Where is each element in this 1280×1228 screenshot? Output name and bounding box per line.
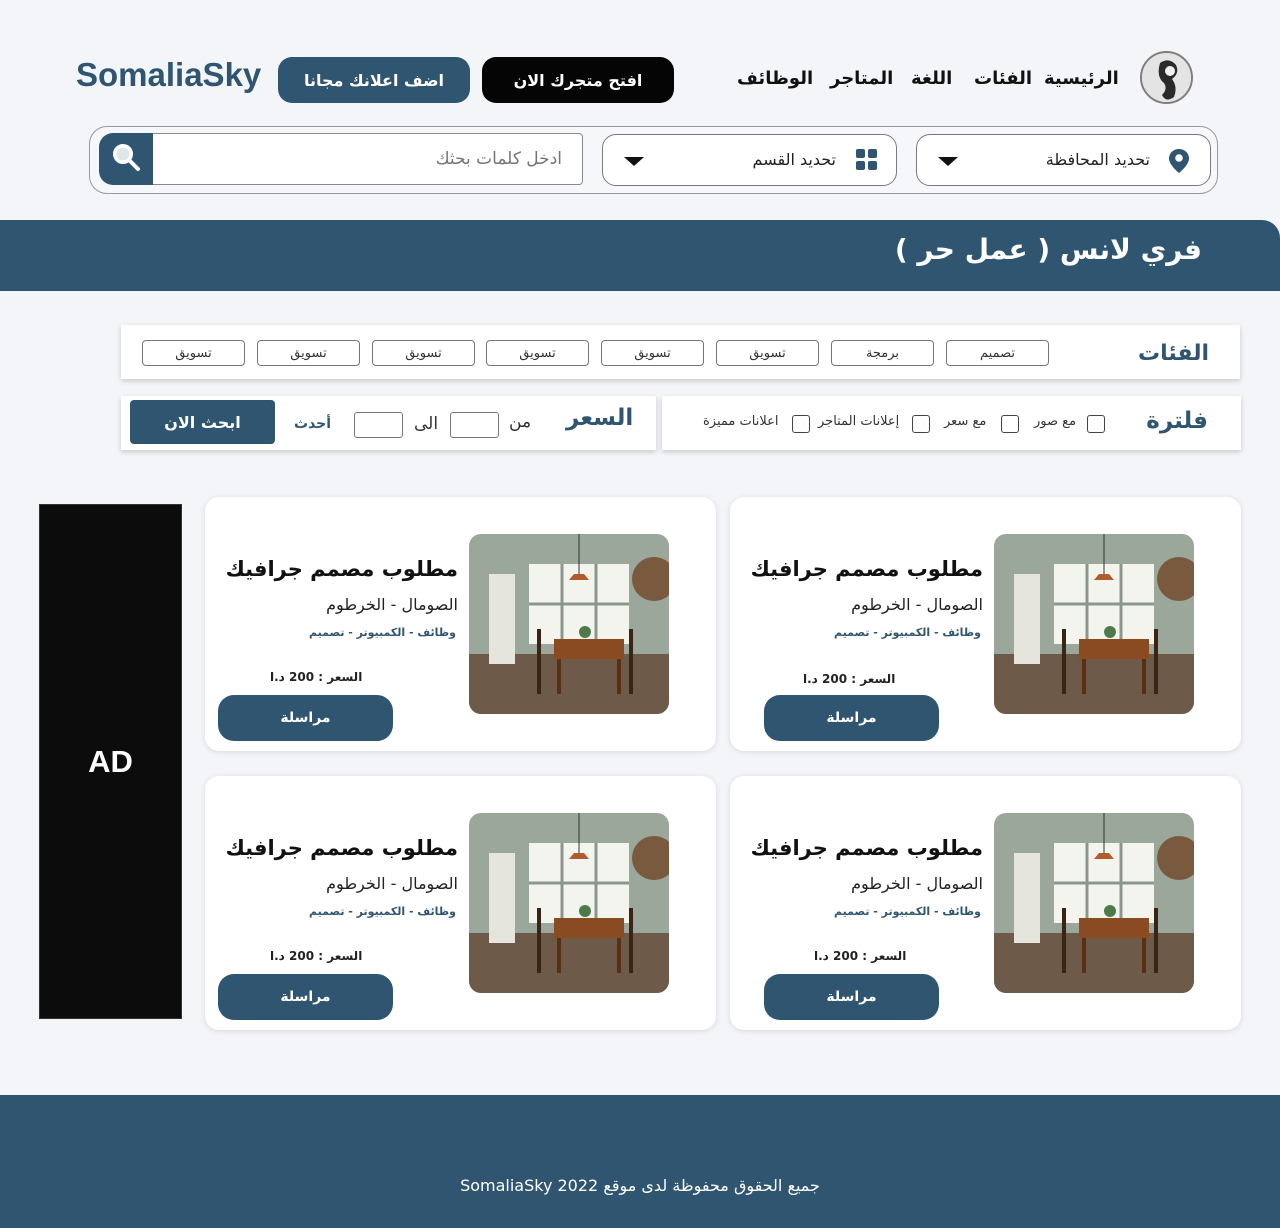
- category-chip[interactable]: تسويق: [601, 340, 704, 366]
- filter-checkbox-with-images[interactable]: [1087, 415, 1105, 433]
- grid-icon: [856, 149, 878, 175]
- add-ad-button[interactable]: اضف اعلانك مجانا: [278, 57, 470, 103]
- listing-card[interactable]: مطلوب مصمم جرافيك الصومال - الخرطوم وظائ…: [730, 497, 1241, 751]
- listing-price: السعر : 200 د.ا: [814, 949, 907, 963]
- message-button[interactable]: مراسلة: [218, 695, 393, 741]
- search-input[interactable]: [152, 133, 583, 185]
- listing-tags: وظائف - الكمبيوتر - تصميم: [309, 626, 456, 639]
- listing-title[interactable]: مطلوب مصمم جرافيك: [751, 557, 983, 581]
- footer-copyright: SomaliaSky 2022 جميع الحقوق محفوظة لدى م…: [460, 1176, 820, 1195]
- room-photo: [469, 534, 669, 714]
- ad-banner[interactable]: AD: [39, 504, 182, 1019]
- chevron-down-icon: [938, 157, 958, 166]
- user-avatar-icon[interactable]: [1140, 51, 1193, 104]
- nav-categories[interactable]: الفئات: [974, 68, 1032, 89]
- listing-image[interactable]: [469, 534, 669, 714]
- listing-tags: وظائف - الكمبيوتر - تصميم: [834, 626, 981, 639]
- category-chip[interactable]: تسويق: [142, 340, 245, 366]
- message-button[interactable]: مراسلة: [764, 974, 939, 1020]
- price-from-label: من: [509, 412, 532, 432]
- listing-image[interactable]: [994, 534, 1194, 714]
- chevron-down-icon: [624, 157, 644, 166]
- search-icon: [111, 142, 141, 176]
- filter-label: مع صور: [1034, 414, 1077, 429]
- listing-location: الصومال - الخرطوم: [326, 874, 458, 893]
- category-chip[interactable]: برمجة: [831, 340, 934, 366]
- filter-checkbox-featured-ads[interactable]: [792, 415, 810, 433]
- room-photo: [469, 813, 669, 993]
- listing-card[interactable]: مطلوب مصمم جرافيك الصومال - الخرطوم وظائ…: [730, 776, 1241, 1030]
- province-select[interactable]: تحديد المحافظة: [916, 134, 1211, 186]
- section-select[interactable]: تحديد القسم: [602, 134, 897, 186]
- listing-price: السعر : 200 د.ا: [270, 670, 363, 684]
- category-chip[interactable]: تسويق: [372, 340, 475, 366]
- location-pin-icon: [1168, 148, 1190, 178]
- price-title: السعر: [566, 405, 634, 431]
- nav-home[interactable]: الرئيسية: [1044, 68, 1119, 89]
- filter-title: فلترة: [1146, 408, 1208, 434]
- categories-title: الفئات: [1138, 341, 1209, 366]
- nav-language[interactable]: اللغة: [911, 68, 952, 89]
- listing-tags: وظائف - الكمبيوتر - تصميم: [309, 905, 456, 918]
- listing-price: السعر : 200 د.ا: [270, 949, 363, 963]
- brand-logo[interactable]: SomaliaSky: [76, 56, 261, 94]
- listing-title[interactable]: مطلوب مصمم جرافيك: [751, 836, 983, 860]
- listing-image[interactable]: [469, 813, 669, 993]
- category-chip[interactable]: تصميم: [946, 340, 1049, 366]
- listing-card[interactable]: مطلوب مصمم جرافيك الصومال - الخرطوم وظائ…: [205, 497, 716, 751]
- listing-tags: وظائف - الكمبيوتر - تصميم: [834, 905, 981, 918]
- filter-label: إعلانات المتاجر: [818, 414, 900, 429]
- footer: [0, 1095, 1280, 1228]
- open-store-button[interactable]: افتح متجرك الان: [482, 57, 674, 103]
- filter-checkbox-store-ads[interactable]: [912, 415, 930, 433]
- nav-jobs[interactable]: الوظائف: [737, 68, 813, 89]
- message-button[interactable]: مراسلة: [764, 695, 939, 741]
- listing-title[interactable]: مطلوب مصمم جرافيك: [226, 557, 458, 581]
- listing-location: الصومال - الخرطوم: [326, 595, 458, 614]
- room-photo: [994, 534, 1194, 714]
- category-chip[interactable]: تسويق: [486, 340, 589, 366]
- listing-image[interactable]: [994, 813, 1194, 993]
- message-button[interactable]: مراسلة: [218, 974, 393, 1020]
- latest-sort-link[interactable]: أحدث: [294, 416, 331, 432]
- room-photo: [994, 813, 1194, 993]
- section-select-label: تحديد القسم: [752, 150, 836, 169]
- listing-title[interactable]: مطلوب مصمم جرافيك: [226, 836, 458, 860]
- price-from-input[interactable]: [450, 412, 499, 438]
- search-button[interactable]: [99, 133, 153, 185]
- filter-label: اعلانات مميزة: [703, 414, 779, 429]
- category-chip[interactable]: تسويق: [716, 340, 819, 366]
- listing-price: السعر : 200 د.ا: [803, 672, 896, 686]
- category-chip[interactable]: تسويق: [257, 340, 360, 366]
- listing-location: الصومال - الخرطوم: [851, 874, 983, 893]
- search-now-button[interactable]: ابحث الان: [130, 400, 275, 444]
- listing-card[interactable]: مطلوب مصمم جرافيك الصومال - الخرطوم وظائ…: [205, 776, 716, 1030]
- page-title: فري لانس ( عمل حر ): [894, 233, 1202, 266]
- price-to-label: الى: [414, 414, 439, 434]
- price-to-input[interactable]: [354, 412, 403, 438]
- province-select-label: تحديد المحافظة: [1045, 150, 1150, 169]
- nav-stores[interactable]: المتاجر: [830, 68, 893, 89]
- listing-location: الصومال - الخرطوم: [851, 595, 983, 614]
- filter-checkbox-with-price[interactable]: [1001, 415, 1019, 433]
- filter-label: مع سعر: [944, 414, 987, 429]
